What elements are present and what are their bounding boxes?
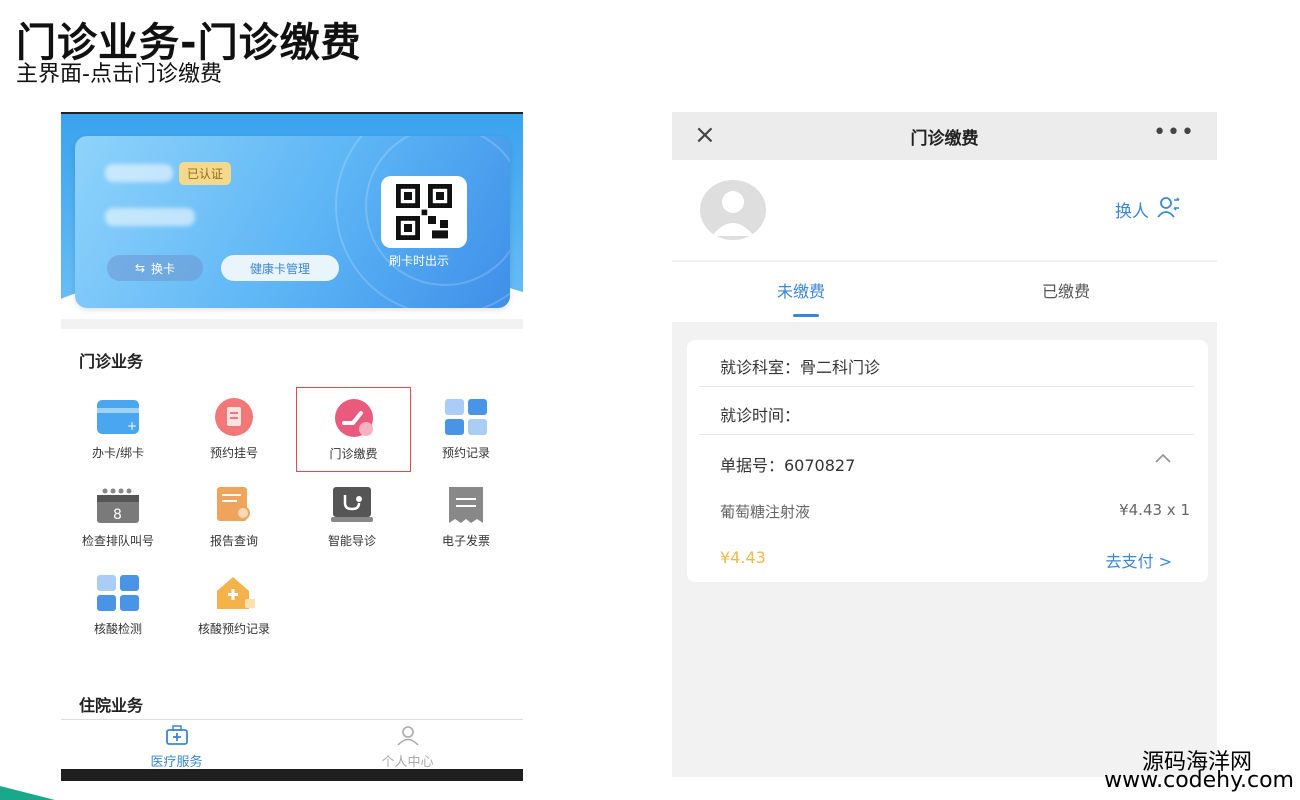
stethoscope-icon bbox=[331, 486, 373, 524]
nav-bar: × 门诊缴费 ••• bbox=[672, 112, 1217, 160]
page-title: 门诊缴费 bbox=[910, 129, 979, 149]
service-smart-guide[interactable]: 智能导诊 bbox=[297, 478, 407, 558]
health-card[interactable]: 已认证 ⇆ 换卡 健康卡管理 刷卡时出示 bbox=[75, 136, 510, 308]
service-label: 电子发票 bbox=[441, 534, 490, 548]
svg-text:+: + bbox=[127, 419, 137, 433]
pay-link[interactable]: 去支付 > bbox=[1106, 548, 1173, 572]
card-icon: + bbox=[97, 398, 139, 436]
invoice-icon bbox=[445, 486, 487, 524]
outpatient-section-title: 门诊业务 bbox=[79, 352, 144, 371]
service-label: 检查排队叫号 bbox=[81, 534, 154, 548]
service-queue[interactable]: 8 检查排队叫号 bbox=[63, 478, 173, 558]
records-icon bbox=[445, 398, 487, 436]
total-amount: ¥4.43 bbox=[720, 548, 766, 567]
item-name: 葡萄糖注射液 bbox=[720, 503, 811, 521]
swap-icon: ⇆ bbox=[134, 261, 146, 275]
inpatient-section-title: 住院业务 bbox=[79, 696, 144, 715]
tab-paid[interactable]: 已缴费 bbox=[1042, 278, 1090, 302]
manage-card-button[interactable]: 健康卡管理 bbox=[221, 255, 339, 281]
device-bottom-bar bbox=[61, 769, 523, 781]
section-divider bbox=[61, 319, 523, 329]
tab-unpaid[interactable]: 未缴费 bbox=[777, 278, 825, 302]
service-report[interactable]: 报告查询 bbox=[179, 478, 289, 558]
service-e-invoice[interactable]: 电子发票 bbox=[411, 478, 521, 558]
service-nucleic-records[interactable]: 核酸预约记录 bbox=[179, 566, 289, 646]
user-area: 换人 bbox=[672, 160, 1217, 260]
service-appointment[interactable]: 预约挂号 bbox=[179, 390, 289, 470]
tab-active-indicator bbox=[793, 314, 819, 317]
watermark-url: www.codehy.com bbox=[1104, 768, 1294, 793]
service-label: 预约记录 bbox=[441, 446, 490, 460]
service-label: 智能导诊 bbox=[327, 534, 376, 548]
medical-kit-icon bbox=[61, 725, 292, 749]
service-label: 门诊缴费 bbox=[329, 447, 378, 461]
service-label: 核酸预约记录 bbox=[197, 622, 270, 636]
tab-label: 医疗服务 bbox=[150, 755, 203, 770]
tab-personal-center[interactable]: 个人中心 bbox=[292, 720, 523, 770]
register-icon bbox=[213, 398, 255, 436]
blurred-id bbox=[105, 208, 195, 226]
service-nucleic-test[interactable]: 核酸检测 bbox=[63, 566, 173, 646]
svg-text:8: 8 bbox=[113, 507, 122, 523]
avatar bbox=[700, 180, 766, 240]
service-appointment-records[interactable]: 预约记录 bbox=[411, 390, 521, 470]
receipt-number: 单据号：6070827 bbox=[720, 456, 856, 475]
person-icon bbox=[292, 725, 523, 749]
chevron-up-icon[interactable] bbox=[1154, 450, 1172, 469]
switch-person-label: 换人 bbox=[1115, 202, 1149, 222]
row-divider bbox=[699, 434, 1194, 435]
row-divider bbox=[699, 386, 1194, 387]
verified-badge: 已认证 bbox=[179, 162, 232, 185]
payment-icon bbox=[333, 399, 375, 437]
switch-card-label: 换卡 bbox=[151, 261, 176, 276]
slide-subtitle: 主界面-点击门诊缴费 bbox=[16, 62, 222, 87]
switch-person-button[interactable]: 换人 bbox=[1115, 196, 1181, 223]
service-label: 预约挂号 bbox=[209, 446, 258, 460]
blurred-name bbox=[105, 164, 173, 182]
service-outpatient-payment[interactable]: 门诊缴费 bbox=[296, 387, 411, 472]
tab-label: 个人中心 bbox=[381, 755, 434, 770]
grid-icon bbox=[97, 574, 139, 612]
tab-medical-service[interactable]: 医疗服务 bbox=[61, 720, 292, 770]
department-text: 就诊科室：骨二科门诊 bbox=[720, 358, 881, 377]
bill-card: 就诊科室：骨二科门诊 就诊时间： 单据号：6070827 葡萄糖注射液 ¥4.4… bbox=[687, 340, 1208, 582]
corner-decoration bbox=[0, 786, 55, 800]
more-icon[interactable]: ••• bbox=[1153, 120, 1195, 145]
switch-user-icon bbox=[1157, 196, 1181, 223]
switch-card-button[interactable]: ⇆ 换卡 bbox=[107, 255, 203, 281]
visit-time-label: 就诊时间： bbox=[720, 406, 801, 425]
house-medical-icon bbox=[213, 574, 255, 612]
home-screen: 已认证 ⇆ 换卡 健康卡管理 刷卡时出示 门诊业务 + 办卡/绑卡 预约挂号 门… bbox=[61, 112, 523, 781]
bottom-tabbar: 医疗服务 个人中心 bbox=[61, 719, 523, 770]
qr-caption: 刷卡时出示 bbox=[389, 254, 450, 268]
payment-screen: × 门诊缴费 ••• 换人 未缴费 已缴费 就诊科室：骨二科门诊 就诊时间： 单… bbox=[672, 112, 1217, 777]
service-label: 报告查询 bbox=[209, 534, 258, 548]
payment-tabs: 未缴费 已缴费 bbox=[672, 262, 1217, 322]
qr-code-icon[interactable] bbox=[381, 176, 467, 248]
item-price: ¥4.43 x 1 bbox=[1119, 501, 1190, 519]
service-label: 核酸检测 bbox=[93, 622, 142, 636]
report-icon bbox=[213, 486, 255, 524]
service-card-binding[interactable]: + 办卡/绑卡 bbox=[63, 390, 173, 470]
service-label: 办卡/绑卡 bbox=[91, 446, 145, 460]
calendar-icon: 8 bbox=[97, 486, 139, 524]
